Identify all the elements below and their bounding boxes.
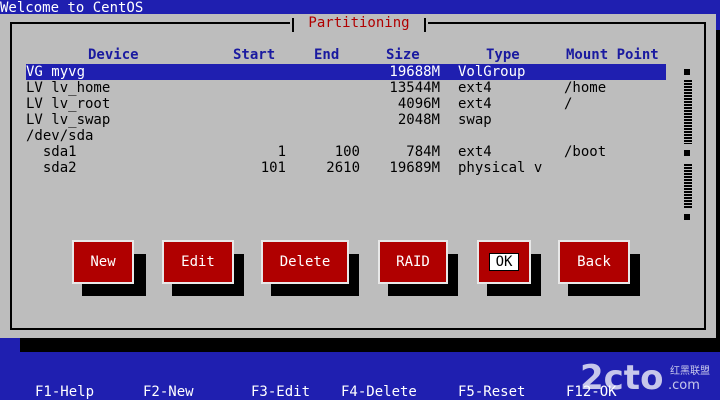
column-device: Device: [88, 47, 139, 63]
column-end: End: [314, 47, 340, 63]
partition-row[interactable]: sda1 1 100 784M ext4/boot: [26, 144, 666, 160]
new-button[interactable]: New: [72, 240, 134, 284]
partition-row[interactable]: /dev/sda: [26, 128, 666, 144]
edit-button[interactable]: Edit: [162, 240, 234, 284]
back-button-label: Back: [577, 254, 611, 270]
delete-button[interactable]: Delete: [261, 240, 349, 284]
scroll-up-arrow-icon[interactable]: [684, 69, 690, 75]
partition-row[interactable]: sda2 101 2610 19689M physical v: [26, 160, 666, 176]
partition-size: 4096M: [397, 96, 440, 112]
partition-size: 784M: [406, 144, 440, 160]
partition-type: swap: [458, 112, 492, 128]
partition-device: LV lv_home: [26, 80, 111, 96]
fkey-edit: F3-Edit: [251, 384, 311, 400]
fkey-reset: F5-Reset: [458, 384, 526, 400]
raid-button-label: RAID: [396, 254, 430, 270]
partition-device: /dev/sda: [26, 128, 94, 144]
watermark-brand: 2cto: [580, 358, 664, 398]
partition-device: sda1: [26, 144, 77, 160]
scroll-down-arrow-icon[interactable]: [684, 214, 690, 220]
partition-start: 1: [277, 144, 286, 160]
scroll-track[interactable]: [684, 80, 692, 144]
partition-type: ext4: [458, 80, 492, 96]
column-size: Size: [386, 47, 420, 63]
edit-button-label: Edit: [181, 254, 215, 270]
partition-end: 2610: [326, 160, 360, 176]
column-type: Type: [486, 47, 520, 63]
column-mount-point: Mount Point: [566, 47, 659, 63]
partition-mount: /home: [564, 80, 607, 96]
partition-device: LV lv_root: [26, 96, 111, 112]
partition-size: 13544M: [389, 80, 440, 96]
partition-row[interactable]: LV lv_swap 2048M swap: [26, 112, 666, 128]
partition-type: ext4: [458, 144, 492, 160]
new-button-label: New: [90, 254, 116, 270]
watermark-logo: 2cto .com 红黑联盟: [560, 356, 720, 400]
dialog-title: Partitioning: [290, 14, 428, 32]
scroll-track-lower[interactable]: [684, 164, 692, 208]
fkey-help: F1-Help: [35, 384, 95, 400]
partitioning-dialog: Partitioning Device Start End Size Type …: [0, 14, 716, 338]
partition-device: VG myvg: [26, 64, 86, 80]
partition-type: physical v: [458, 160, 543, 176]
delete-button-label: Delete: [279, 254, 331, 270]
partition-size: 2048M: [397, 112, 440, 128]
partition-row[interactable]: LV lv_root 4096M ext4 /: [26, 96, 666, 112]
raid-button[interactable]: RAID: [378, 240, 448, 284]
partition-type: ext4: [458, 96, 492, 112]
fkey-new: F2-New: [143, 384, 194, 400]
back-button[interactable]: Back: [558, 240, 630, 284]
ok-button[interactable]: OK: [477, 240, 531, 284]
ok-button-label: OK: [488, 253, 520, 271]
partition-device: sda2: [26, 160, 77, 176]
partition-row[interactable]: LV lv_home 13544M ext4/home: [26, 80, 666, 96]
fkey-delete: F4-Delete: [341, 384, 417, 400]
partition-size: 19689M: [389, 160, 440, 176]
partition-device: LV lv_swap: [26, 112, 111, 128]
partition-mount: /boot: [564, 144, 607, 160]
partition-size: 19688M: [389, 64, 440, 80]
watermark-suffix: .com: [668, 378, 700, 393]
partition-start: 101: [260, 160, 286, 176]
scrollbar[interactable]: [684, 66, 692, 226]
column-start: Start: [233, 47, 276, 63]
partition-mount: /: [564, 96, 573, 112]
partition-type: VolGroup: [458, 64, 526, 80]
scroll-thumb-icon[interactable]: [684, 150, 690, 156]
partition-row[interactable]: VG myvg 19688M VolGroup: [26, 64, 666, 80]
watermark-cn: 红黑联盟: [670, 366, 710, 377]
partition-end: 100: [334, 144, 360, 160]
